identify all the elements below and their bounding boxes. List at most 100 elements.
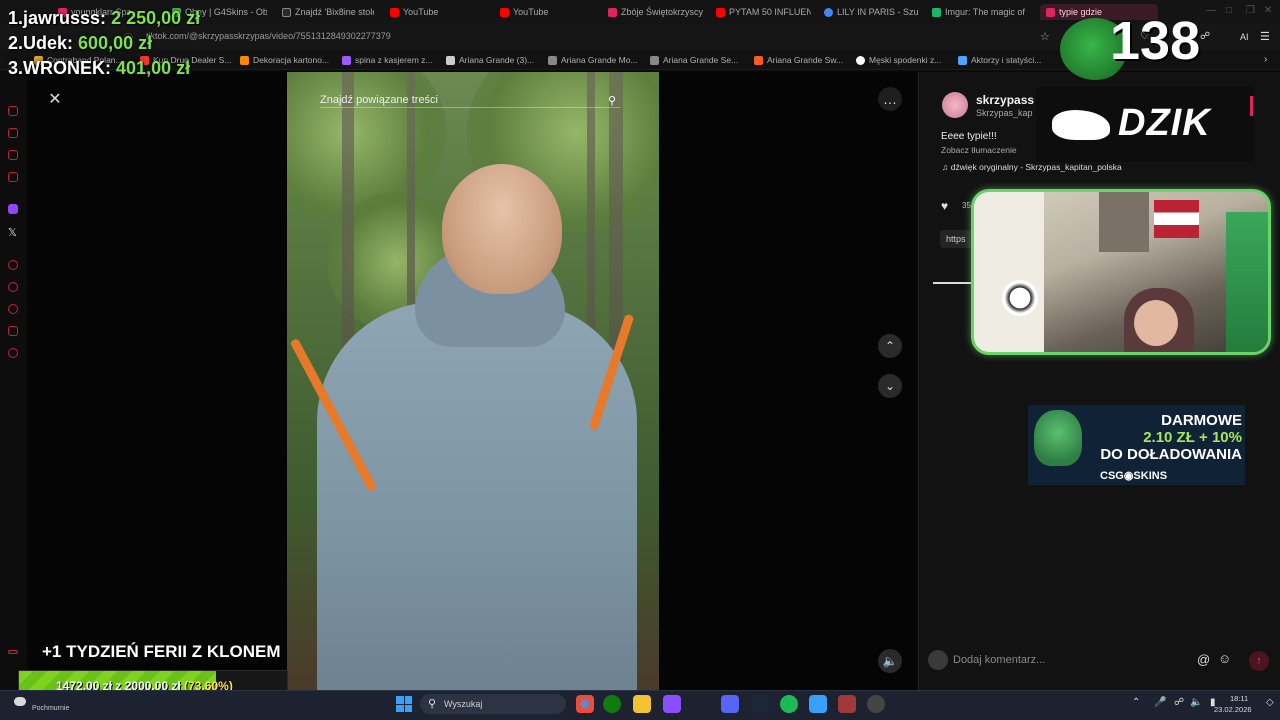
bookmark-8[interactable]: Ariana Grande Sw... [754,55,843,65]
winrar-icon[interactable] [838,695,856,713]
sidebar-app-icon[interactable] [8,260,18,270]
sidebar-heart-icon[interactable] [8,282,18,292]
youtube-icon [390,7,399,17]
bookmark-4[interactable]: spina z kasjerem z... [342,55,432,65]
imgur-icon [932,7,941,17]
weather-label[interactable]: Pochmurnie [32,705,69,712]
video-frame[interactable] [287,72,659,690]
author-handle[interactable]: Skrzypas_kap [976,108,1033,118]
tab-7[interactable]: PYTAM 50 INFLUEN [716,4,811,20]
sidebar-history-icon[interactable] [8,304,18,314]
chevron-down-icon[interactable]: ⌄ [878,374,902,398]
restore-icon[interactable]: ❐ [1246,5,1255,16]
tab-8[interactable]: LILY IN PARIS - Szuk [824,4,919,20]
tab-favicon-icon [608,7,617,17]
likes-count: 35 [962,201,971,210]
avatar[interactable] [942,92,968,118]
subscriber-counter: 138 [1110,11,1201,71]
minimize-icon[interactable]: — [1206,5,1216,16]
maximize-icon[interactable]: □ [1226,5,1232,16]
chrome-icon[interactable] [576,695,594,713]
discord-icon[interactable] [721,695,739,713]
volume-icon[interactable]: 🔈 [878,649,902,673]
bookmark-3[interactable]: Dekoracja kartono... [240,55,329,65]
chevron-up-icon[interactable]: ⌃ [878,334,902,358]
tab-6[interactable]: Zbóje Świętokrzyscy [608,4,703,20]
tab-3[interactable]: Znajdź 'Bix8ine stole [282,4,374,20]
cam-doorway [1099,192,1149,252]
bookmark-7[interactable]: Ariana Grande Se... [650,55,738,65]
speaker-icon[interactable]: 🔈 [1190,697,1202,708]
steam-icon[interactable] [751,695,769,713]
avatar [928,650,948,670]
ad-brand: CSG◉SKINS [1100,470,1168,482]
notifications-icon[interactable]: ◇ [1266,697,1274,708]
emoji-icon[interactable]: ☺ [1218,651,1231,666]
sidebar-app-icon[interactable] [8,326,18,336]
start-button[interactable] [396,696,412,712]
notepad-icon[interactable] [809,695,827,713]
bookmark-9[interactable]: Męski spodenki z... [856,55,941,65]
network-icon[interactable]: ☍ [1174,697,1184,708]
donor-row-2: 2.Udek: 600,00 zł [8,33,153,53]
extensions-icon[interactable]: ☍ [1200,31,1210,42]
taskbar-search-input[interactable] [444,695,554,713]
sidebar-app-icon[interactable] [8,150,18,160]
search-icon[interactable]: ⚲ [608,94,616,107]
browser-sidebar: 𝕏 [0,70,26,690]
bookmark-10[interactable]: Aktorzy i statyści... [958,55,1041,65]
more-bookmarks-icon[interactable]: › [1264,54,1267,65]
bookmark-icon [958,55,967,65]
bookmark-star-icon[interactable]: ☆ [1040,30,1050,43]
url-field[interactable]: tiktok.com/@skrzypasskrzypas/video/75513… [146,31,391,41]
related-search[interactable]: Znajdź powiązane treści [320,94,620,108]
donor-row-1: 1.jawrusss: 2 250,00 zł [8,8,201,28]
send-button[interactable]: ↑ [1249,651,1269,671]
translate-link[interactable]: Zobacz tłumaczenie [941,145,1017,155]
tiktok-icon [1046,7,1055,17]
sidebar-app-icon[interactable] [8,172,18,182]
sidebar-settings-icon[interactable] [8,348,18,358]
cam-shelf [1226,212,1268,352]
twitch-icon[interactable] [8,204,18,214]
music-label[interactable]: ♫ dźwięk oryginalny - Skrzypas_kapitan_p… [942,162,1122,172]
tab-4[interactable]: YouTube [390,4,470,20]
media-player-icon[interactable] [867,695,885,713]
bookmark-icon [754,55,763,65]
tab-5[interactable]: YouTube [500,4,580,20]
xbox-icon[interactable] [603,695,621,713]
sponsor-name: DZIK [1118,102,1211,144]
sidebar-app-icon[interactable] [8,106,18,116]
spotify-icon[interactable] [780,695,798,713]
search-icon: ⚲ [428,698,437,710]
bookmark-5[interactable]: Ariana Grande (3)... [446,55,534,65]
bookmark-6[interactable]: Ariana Grande Mo... [548,55,638,65]
browser-icon[interactable] [663,695,681,713]
tray-chevron-icon[interactable]: ⌃ [1132,697,1140,708]
comment-input[interactable] [953,648,1193,672]
webcam-frame [971,189,1271,355]
clock-time[interactable]: 18:11 [1230,694,1248,703]
heart-icon[interactable]: ♥ [941,199,948,213]
ad-mascot-icon [1034,410,1082,466]
ad-line-3: DO DOŁADOWANIA [1100,446,1242,463]
author-name[interactable]: skrzypass [976,93,1034,107]
close-window-icon[interactable]: ✕ [1264,5,1272,16]
sidebar-app-icon[interactable] [8,128,18,138]
ai-button[interactable]: AI [1240,32,1249,42]
goal-title: +1 TYDZIEŃ FERII Z KLONEM [42,642,281,661]
microphone-icon[interactable]: 🎤 [1154,697,1166,708]
cam-face [1134,300,1178,346]
x-icon[interactable]: 𝕏 [8,226,17,239]
tab-9[interactable]: Imgur: The magic of [932,4,1027,20]
clock-date[interactable]: 23.02.2026 [1214,705,1252,714]
more-options-icon[interactable]: … [878,87,902,111]
bookmark-icon [446,55,455,65]
menu-icon[interactable]: ☰ [1260,30,1270,43]
close-icon[interactable]: ✕ [43,87,67,111]
post-caption: Eeee typie!!! [941,131,997,142]
file-explorer-icon[interactable] [633,695,651,713]
mention-icon[interactable]: @ [1197,652,1210,667]
cloud-icon[interactable] [14,697,26,706]
sidebar-more-icon[interactable] [8,650,18,654]
